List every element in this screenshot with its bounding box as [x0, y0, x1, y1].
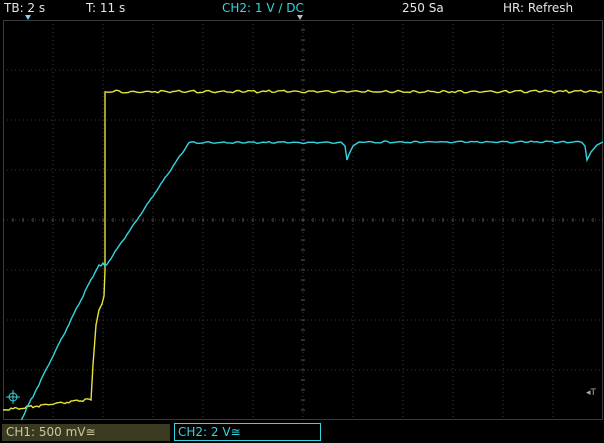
acquisition-mode-label[interactable]: HR: Refresh — [503, 1, 573, 15]
timebase-label[interactable]: TB: 2 s — [4, 1, 45, 15]
ch2-status-button[interactable]: CH2: 2 V≅ — [174, 423, 321, 441]
trigger-channel-label[interactable]: CH2: 1 V ∕ DC — [222, 1, 304, 15]
trigger-level-marker-icon: ◂T — [586, 388, 597, 398]
ch1-status-button[interactable]: CH1: 500 mV≅ — [2, 424, 170, 441]
ch2-waveform — [20, 140, 603, 420]
trigger-time-label[interactable]: T: 11 s — [86, 1, 125, 15]
oscilloscope-screen — [3, 20, 603, 420]
sample-rate-label[interactable]: 250 Sa — [402, 1, 444, 15]
ground-crosshair-icon — [6, 390, 20, 404]
channel-status-bar: CH1: 500 mV≅ CH2: 2 V≅ — [0, 422, 604, 443]
